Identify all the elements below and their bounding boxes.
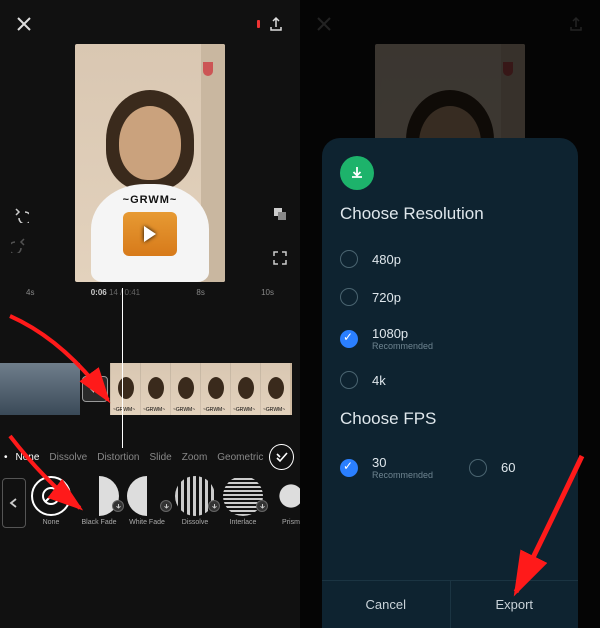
timeline-ruler[interactable]: 4s 0:06 14 / 0:41 8s 10s <box>0 288 300 312</box>
tick-label: 10s <box>261 288 274 297</box>
download-icon <box>340 156 374 190</box>
export-screen: Choose Resolution 480p 720p 1080pRecomme… <box>300 0 600 628</box>
editor-screen: ~GRWM~ 4s 0:06 14 / 0:41 8s 10s <box>0 0 300 628</box>
tab-slide[interactable]: Slide <box>145 448 175 467</box>
download-icon[interactable] <box>256 500 268 512</box>
record-indicator <box>257 20 260 28</box>
annotation-arrow <box>4 430 114 535</box>
tick-label: 4s <box>26 288 34 297</box>
layers-icon[interactable] <box>270 204 290 224</box>
effect-dissolve[interactable]: Dissolve <box>172 476 218 526</box>
video-caption: ~GRWM~ <box>123 194 178 206</box>
undo-icon[interactable] <box>10 204 30 224</box>
effect-prism[interactable]: Prism <box>268 476 300 526</box>
effect-interlace[interactable]: Interlace <box>220 476 266 526</box>
fps-option-30[interactable]: 30Recommended <box>340 445 433 490</box>
res-option-4k[interactable]: 4k <box>340 361 560 399</box>
tab-zoom[interactable]: Zoom <box>178 448 212 467</box>
fullscreen-icon[interactable] <box>270 248 290 268</box>
tab-geometric[interactable]: Geometric <box>213 448 267 467</box>
annotation-arrow <box>472 450 592 615</box>
annotation-arrow <box>4 310 144 435</box>
close-icon[interactable] <box>14 14 34 34</box>
res-option-480p[interactable]: 480p <box>340 240 560 278</box>
fps-heading: Choose FPS <box>340 409 560 429</box>
export-icon[interactable] <box>266 14 286 34</box>
redo-icon[interactable] <box>10 234 30 254</box>
play-icon[interactable] <box>144 226 156 242</box>
tick-label: 8s <box>196 288 204 297</box>
apply-all-button[interactable] <box>269 444 294 470</box>
current-time: 0:06 14 / 0:41 <box>91 288 140 297</box>
download-icon[interactable] <box>208 500 220 512</box>
video-preview[interactable]: ~GRWM~ <box>0 44 300 282</box>
resolution-heading: Choose Resolution <box>340 204 560 224</box>
res-option-1080p[interactable]: 1080pRecommended <box>340 316 560 361</box>
cancel-button[interactable]: Cancel <box>322 581 450 628</box>
download-icon[interactable] <box>160 500 172 512</box>
res-option-720p[interactable]: 720p <box>340 278 560 316</box>
effect-white-fade[interactable]: White Fade <box>124 476 170 526</box>
